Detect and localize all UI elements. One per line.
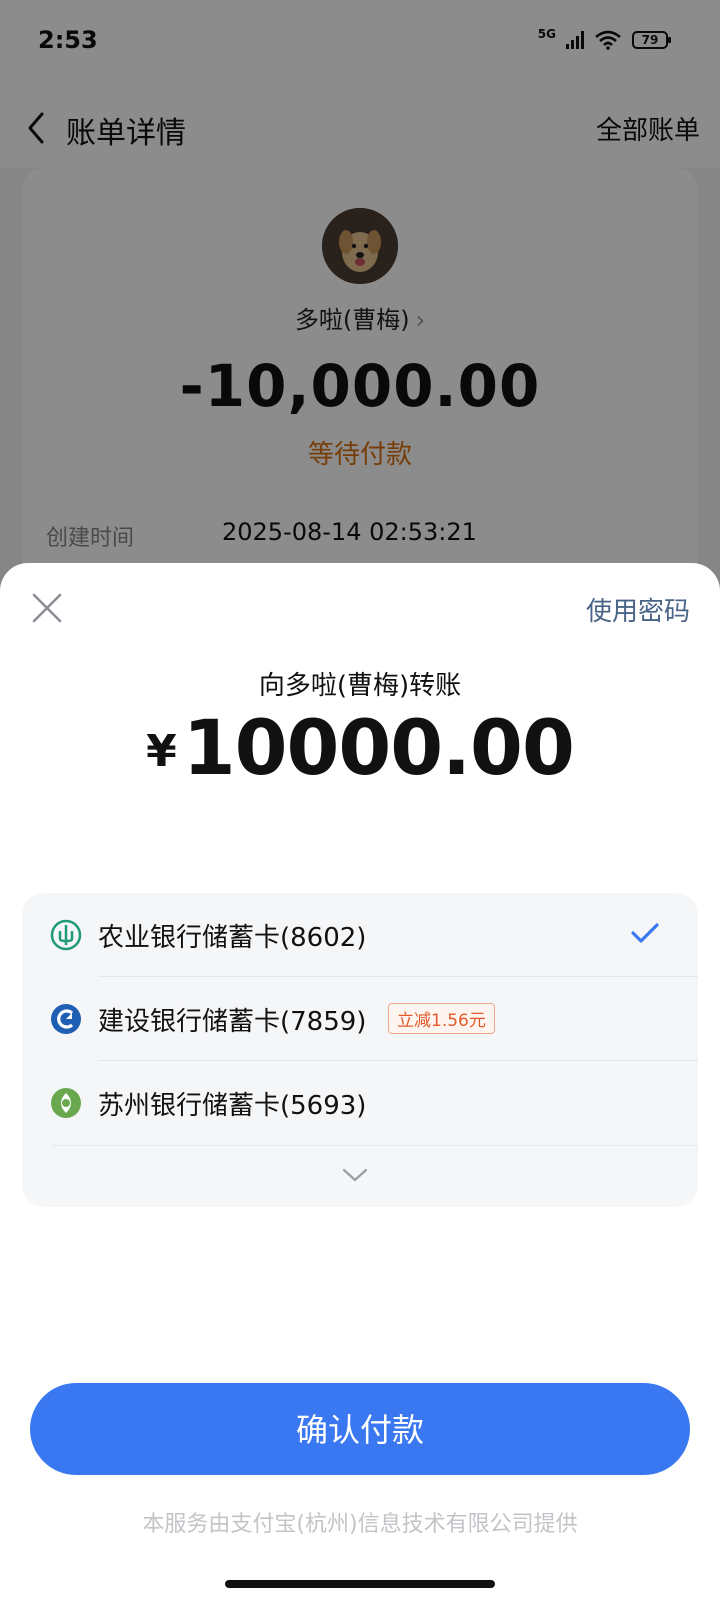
payment-amount: ¥10000.00 [0, 703, 720, 792]
ccb-bank-icon [51, 1004, 81, 1034]
service-provider-note: 本服务由支付宝(杭州)信息技术有限公司提供 [142, 1512, 578, 1537]
payment-method-item[interactable]: 农业银行储蓄卡(8602) [22, 893, 698, 977]
payment-method-item[interactable]: 苏州银行储蓄卡(5693) [22, 1061, 698, 1145]
confirm-payment-button[interactable]: 确认付款 [30, 1383, 690, 1475]
payment-method-list: 农业银行储蓄卡(8602) 建设银行储蓄卡(7859) 立减1.56元 苏州银行… [22, 893, 698, 1207]
amount-value: 10000.00 [182, 703, 575, 792]
card-name: 苏州银行储蓄卡(5693) [98, 1091, 367, 1121]
suzhou-bank-icon [51, 1088, 81, 1118]
payment-method-item[interactable]: 建设银行储蓄卡(7859) 立减1.56元 [22, 977, 698, 1061]
payment-sheet: 使用密码 向多啦(曹梅)转账 ¥10000.00 农业银行储蓄卡(8602) 建… [0, 563, 720, 1600]
card-name: 农业银行储蓄卡(8602) [98, 923, 367, 953]
card-name: 建设银行储蓄卡(7859) [98, 1007, 367, 1037]
use-password-link[interactable]: 使用密码 [586, 591, 690, 628]
home-indicator[interactable] [225, 1580, 495, 1588]
check-icon [631, 923, 659, 943]
chevron-down-icon[interactable] [342, 1167, 368, 1183]
discount-badge: 立减1.56元 [388, 1003, 495, 1034]
abc-bank-icon [50, 919, 82, 951]
transfer-recipient: 向多啦(曹梅)转账 [258, 671, 462, 701]
divider [52, 1145, 698, 1146]
close-icon[interactable] [30, 591, 64, 625]
currency-symbol: ¥ [146, 726, 177, 777]
